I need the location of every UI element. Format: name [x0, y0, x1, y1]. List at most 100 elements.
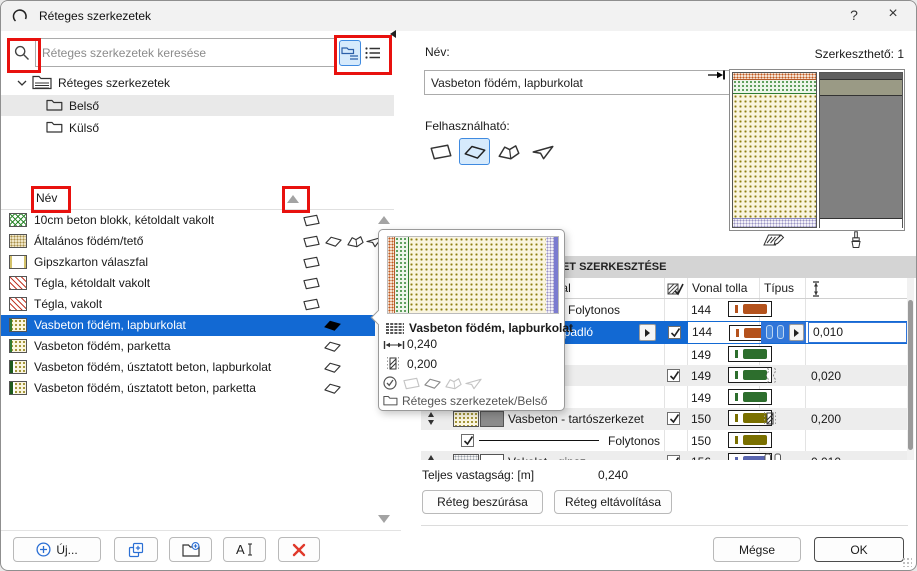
type-membrane-icon	[764, 367, 778, 383]
use-shell-toggle[interactable]	[527, 138, 558, 165]
list-item-label: Vasbeton födém, úsztatott beton, lapburk…	[34, 360, 271, 374]
splitter-collapse-icon[interactable]	[390, 30, 396, 38]
shell-icon	[532, 144, 554, 160]
wall-icon	[303, 298, 320, 311]
tree-root-row[interactable]: Réteges szerkezetek	[1, 72, 394, 93]
scrollbar-thumb[interactable]	[908, 300, 913, 450]
line-sample	[479, 440, 599, 441]
surface-swatch	[480, 454, 504, 460]
core-hatch-icon	[386, 356, 400, 371]
dialog-title: Réteges szerkezetek	[39, 9, 151, 23]
tooltip-preview	[387, 236, 559, 314]
use-wall-toggle[interactable]	[425, 138, 456, 165]
thickness-icon	[811, 281, 821, 297]
pen-color-swatch[interactable]	[728, 346, 772, 362]
total-thickness-label: Teljes vastagság: [m]	[422, 468, 534, 482]
line-checkbox[interactable]	[667, 369, 680, 382]
pen-number: 150	[691, 412, 711, 426]
type-dropdown-button[interactable]	[789, 324, 804, 341]
slab-icon	[424, 377, 441, 390]
scroll-down-icon[interactable]	[378, 515, 390, 523]
list-item-selected[interactable]: Vasbeton födém, lapburkolat	[1, 315, 375, 336]
pen-color-swatch[interactable]	[728, 389, 772, 405]
footer-separator	[1, 530, 401, 531]
rename-button[interactable]	[223, 537, 266, 562]
resize-grip[interactable]	[902, 557, 912, 567]
sort-ascending-icon[interactable]	[287, 195, 299, 203]
shell-icon	[465, 377, 482, 390]
check-circle-icon	[383, 376, 397, 390]
skin-name: Vasbeton - tartószerkezet	[508, 412, 644, 426]
width-icon	[383, 340, 405, 350]
composite-preview[interactable]	[729, 69, 905, 231]
duplicate-button[interactable]	[114, 537, 158, 562]
plus-circle-icon	[36, 542, 51, 557]
search-icon	[14, 45, 30, 61]
fill-swatch	[9, 318, 27, 332]
list-item[interactable]: 10cm beton blokk, kétoldalt vakolt	[1, 210, 375, 231]
thickness-value: 0,200	[811, 412, 841, 426]
list-item[interactable]: Általános födém/tető	[1, 231, 375, 252]
drag-handle-icon[interactable]	[427, 412, 435, 425]
delete-button[interactable]	[278, 537, 320, 562]
skin-expand-button[interactable]	[639, 324, 656, 341]
title-bar[interactable]: Réteges szerkezetek ? ×	[1, 1, 916, 31]
close-button[interactable]: ×	[880, 5, 906, 23]
list-header[interactable]: Név	[1, 188, 394, 210]
pen-color-swatch[interactable]	[728, 301, 772, 317]
list-header-name[interactable]: Név	[36, 191, 57, 205]
total-thickness-value: 0,240	[598, 468, 628, 482]
duplicate-icon	[128, 542, 144, 558]
line-checkbox[interactable]	[667, 455, 680, 460]
ok-button[interactable]: OK	[814, 537, 904, 562]
list-item[interactable]: Vasbeton födém, parketta	[1, 336, 375, 357]
cancel-button[interactable]: Mégse	[713, 537, 801, 562]
col-type-header: Típus	[764, 281, 794, 295]
composite-structures-dialog: Réteges szerkezetek ? × Réteges szerkeze…	[0, 0, 917, 571]
new-button[interactable]: Új...	[13, 537, 101, 562]
skin-row[interactable]: Vakolat - gipsz 156 0,010	[421, 451, 914, 460]
pen-color-swatch[interactable]	[728, 432, 772, 448]
paintbrush-icon[interactable]	[849, 231, 863, 249]
use-roof-toggle[interactable]	[493, 138, 524, 165]
tree-item-label: Belső	[69, 99, 99, 113]
pen-number: 149	[691, 391, 711, 405]
tree-item-belso[interactable]: Belső	[1, 95, 394, 116]
line-checkbox[interactable]	[667, 412, 680, 425]
thickness-field[interactable]: 0,010	[808, 322, 907, 343]
help-button[interactable]: ?	[841, 7, 867, 25]
line-show-checkbox[interactable]	[461, 434, 474, 447]
roof-icon	[498, 144, 520, 160]
fill-pen-icon[interactable]	[763, 232, 785, 248]
list-view-toggle[interactable]	[362, 40, 384, 66]
tree-item-kulso[interactable]: Külső	[1, 117, 394, 138]
list-item[interactable]: Vasbeton födém, úsztatott beton, parkett…	[1, 378, 375, 399]
list-item[interactable]: Tégla, vakolt	[1, 294, 375, 315]
line-name: Folytonos	[568, 303, 620, 317]
list-item[interactable]: Vasbeton födém, úsztatott beton, lapburk…	[1, 357, 375, 378]
new-folder-button[interactable]	[169, 537, 212, 562]
remove-layer-button[interactable]: Réteg eltávolítása	[554, 490, 672, 514]
drag-handle-icon[interactable]	[427, 455, 435, 460]
list-item[interactable]: Tégla, kétoldalt vakolt	[1, 273, 375, 294]
use-slab-toggle[interactable]	[459, 138, 490, 165]
chevron-down-icon	[17, 80, 27, 86]
fill-swatch	[9, 234, 27, 248]
skin-row[interactable]: Vasbeton - tartószerkezet 150 0,200	[421, 408, 914, 430]
table-scrollbar[interactable]	[907, 278, 914, 460]
preview-surface	[819, 72, 903, 228]
list-item-label: Vasbeton födém, lapburkolat	[34, 318, 186, 332]
slab-icon	[324, 361, 341, 374]
tree-view-toggle[interactable]	[339, 40, 361, 66]
pen-number: 156	[691, 455, 711, 460]
pen-number: 144	[691, 303, 711, 317]
insert-layer-button[interactable]: Réteg beszúrása	[422, 490, 543, 514]
tooltip-core-thickness: 0,200	[407, 357, 437, 371]
scroll-up-icon[interactable]	[378, 216, 390, 224]
search-input[interactable]	[35, 38, 337, 67]
line-checkbox[interactable]	[668, 326, 681, 339]
list-item[interactable]: Gipszkarton válaszfal	[1, 252, 375, 273]
col-pen-header: Vonal tolla	[692, 281, 747, 295]
type-cell[interactable]	[761, 322, 806, 343]
separator-row[interactable]: Folytonos 150	[421, 430, 914, 451]
